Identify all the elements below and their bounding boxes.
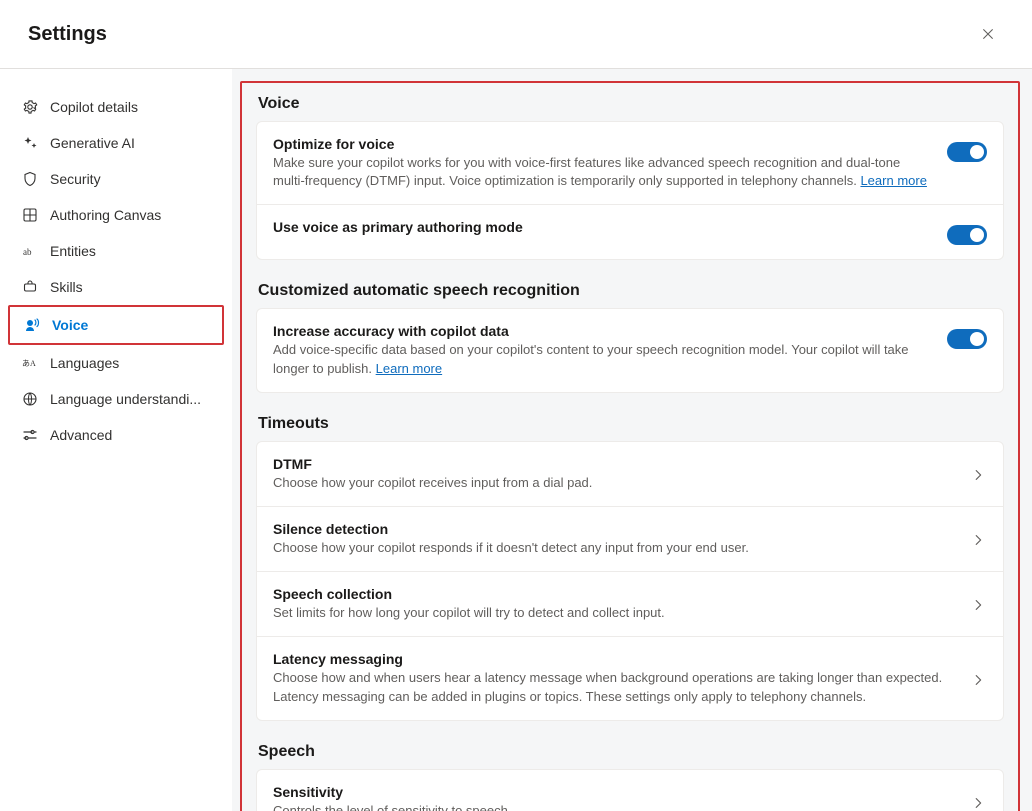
section-title-asr: Customized automatic speech recognition bbox=[258, 282, 1002, 300]
setting-desc: Add voice-specific data based on your co… bbox=[273, 341, 931, 377]
voice-settings-panel: Voice Optimize for voice Make sure your … bbox=[240, 81, 1020, 811]
chevron-right-icon bbox=[971, 468, 987, 484]
skills-icon bbox=[22, 279, 38, 295]
speech-sensitivity[interactable]: Sensitivity Controls the level of sensit… bbox=[257, 770, 1003, 811]
setting-desc: Choose how your copilot receives input f… bbox=[273, 474, 955, 492]
sidebar-item-authoring-canvas[interactable]: Authoring Canvas bbox=[8, 197, 224, 233]
sidebar-item-skills[interactable]: Skills bbox=[8, 269, 224, 305]
toggle-optimize-for-voice[interactable] bbox=[947, 142, 987, 162]
advanced-icon bbox=[22, 427, 38, 443]
shield-icon bbox=[22, 171, 38, 187]
setting-desc: Make sure your copilot works for you wit… bbox=[273, 154, 931, 190]
sidebar-item-label: Generative AI bbox=[50, 135, 135, 151]
voice-card: Optimize for voice Make sure your copilo… bbox=[256, 121, 1004, 260]
sidebar-item-copilot-details[interactable]: Copilot details bbox=[8, 89, 224, 125]
settings-header: Settings bbox=[0, 0, 1032, 69]
chevron-right-icon bbox=[971, 673, 987, 689]
language-understanding-icon bbox=[22, 391, 38, 407]
setting-title: Use voice as primary authoring mode bbox=[273, 219, 931, 235]
setting-title: Silence detection bbox=[273, 521, 955, 537]
voice-icon bbox=[24, 317, 40, 333]
setting-desc: Set limits for how long your copilot wil… bbox=[273, 604, 955, 622]
page-title: Settings bbox=[28, 23, 107, 46]
settings-content: Voice Optimize for voice Make sure your … bbox=[232, 69, 1032, 811]
speech-card: Sensitivity Controls the level of sensit… bbox=[256, 769, 1004, 811]
sidebar-item-label: Language understandi... bbox=[50, 391, 201, 407]
canvas-icon bbox=[22, 207, 38, 223]
gear-icon bbox=[22, 99, 38, 115]
learn-more-link[interactable]: Learn more bbox=[376, 361, 442, 376]
toggle-voice-primary-authoring[interactable] bbox=[947, 225, 987, 245]
sidebar-item-generative-ai[interactable]: Generative AI bbox=[8, 125, 224, 161]
sidebar-item-security[interactable]: Security bbox=[8, 161, 224, 197]
setting-title: Sensitivity bbox=[273, 784, 955, 800]
sidebar-item-label: Authoring Canvas bbox=[50, 207, 161, 223]
sidebar-item-label: Languages bbox=[50, 355, 119, 371]
setting-title: DTMF bbox=[273, 456, 955, 472]
sidebar-item-label: Entities bbox=[50, 243, 96, 259]
sidebar-item-label: Advanced bbox=[50, 427, 112, 443]
timeouts-card: DTMF Choose how your copilot receives in… bbox=[256, 441, 1004, 721]
sidebar-item-label: Copilot details bbox=[50, 99, 138, 115]
chevron-right-icon bbox=[971, 796, 987, 811]
setting-voice-primary-authoring: Use voice as primary authoring mode bbox=[257, 204, 1003, 259]
close-icon bbox=[981, 27, 995, 41]
timeout-dtmf[interactable]: DTMF Choose how your copilot receives in… bbox=[257, 442, 1003, 506]
section-title-voice: Voice bbox=[258, 95, 1002, 113]
sidebar-item-label: Skills bbox=[50, 279, 83, 295]
sidebar-item-label: Voice bbox=[52, 317, 88, 333]
sidebar-item-languages[interactable]: Languages bbox=[8, 345, 224, 381]
timeout-speech-collection[interactable]: Speech collection Set limits for how lon… bbox=[257, 571, 1003, 636]
sparkle-icon bbox=[22, 135, 38, 151]
section-title-timeouts: Timeouts bbox=[258, 415, 1002, 433]
timeout-silence-detection[interactable]: Silence detection Choose how your copilo… bbox=[257, 506, 1003, 571]
sidebar-item-language-understanding[interactable]: Language understandi... bbox=[8, 381, 224, 417]
setting-title: Optimize for voice bbox=[273, 136, 931, 152]
sidebar-item-entities[interactable]: Entities bbox=[8, 233, 224, 269]
setting-desc: Choose how and when users hear a latency… bbox=[273, 669, 955, 705]
setting-title: Latency messaging bbox=[273, 651, 955, 667]
learn-more-link[interactable]: Learn more bbox=[860, 173, 926, 188]
chevron-right-icon bbox=[971, 533, 987, 549]
setting-title: Speech collection bbox=[273, 586, 955, 602]
entities-icon bbox=[22, 243, 38, 259]
section-title-speech: Speech bbox=[258, 743, 1002, 761]
sidebar-item-voice[interactable]: Voice bbox=[10, 307, 222, 343]
setting-title: Increase accuracy with copilot data bbox=[273, 323, 931, 339]
setting-increase-accuracy: Increase accuracy with copilot data Add … bbox=[257, 309, 1003, 391]
close-button[interactable] bbox=[972, 18, 1004, 50]
timeout-latency-messaging[interactable]: Latency messaging Choose how and when us… bbox=[257, 636, 1003, 719]
toggle-increase-accuracy[interactable] bbox=[947, 329, 987, 349]
settings-sidebar: Copilot details Generative AI Security A… bbox=[0, 69, 232, 811]
sidebar-item-label: Security bbox=[50, 171, 101, 187]
chevron-right-icon bbox=[971, 598, 987, 614]
setting-desc: Choose how your copilot responds if it d… bbox=[273, 539, 955, 557]
sidebar-item-advanced[interactable]: Advanced bbox=[8, 417, 224, 453]
setting-optimize-for-voice: Optimize for voice Make sure your copilo… bbox=[257, 122, 1003, 204]
languages-icon bbox=[22, 355, 38, 371]
setting-desc: Controls the level of sensitivity to spe… bbox=[273, 802, 955, 811]
asr-card: Increase accuracy with copilot data Add … bbox=[256, 308, 1004, 392]
